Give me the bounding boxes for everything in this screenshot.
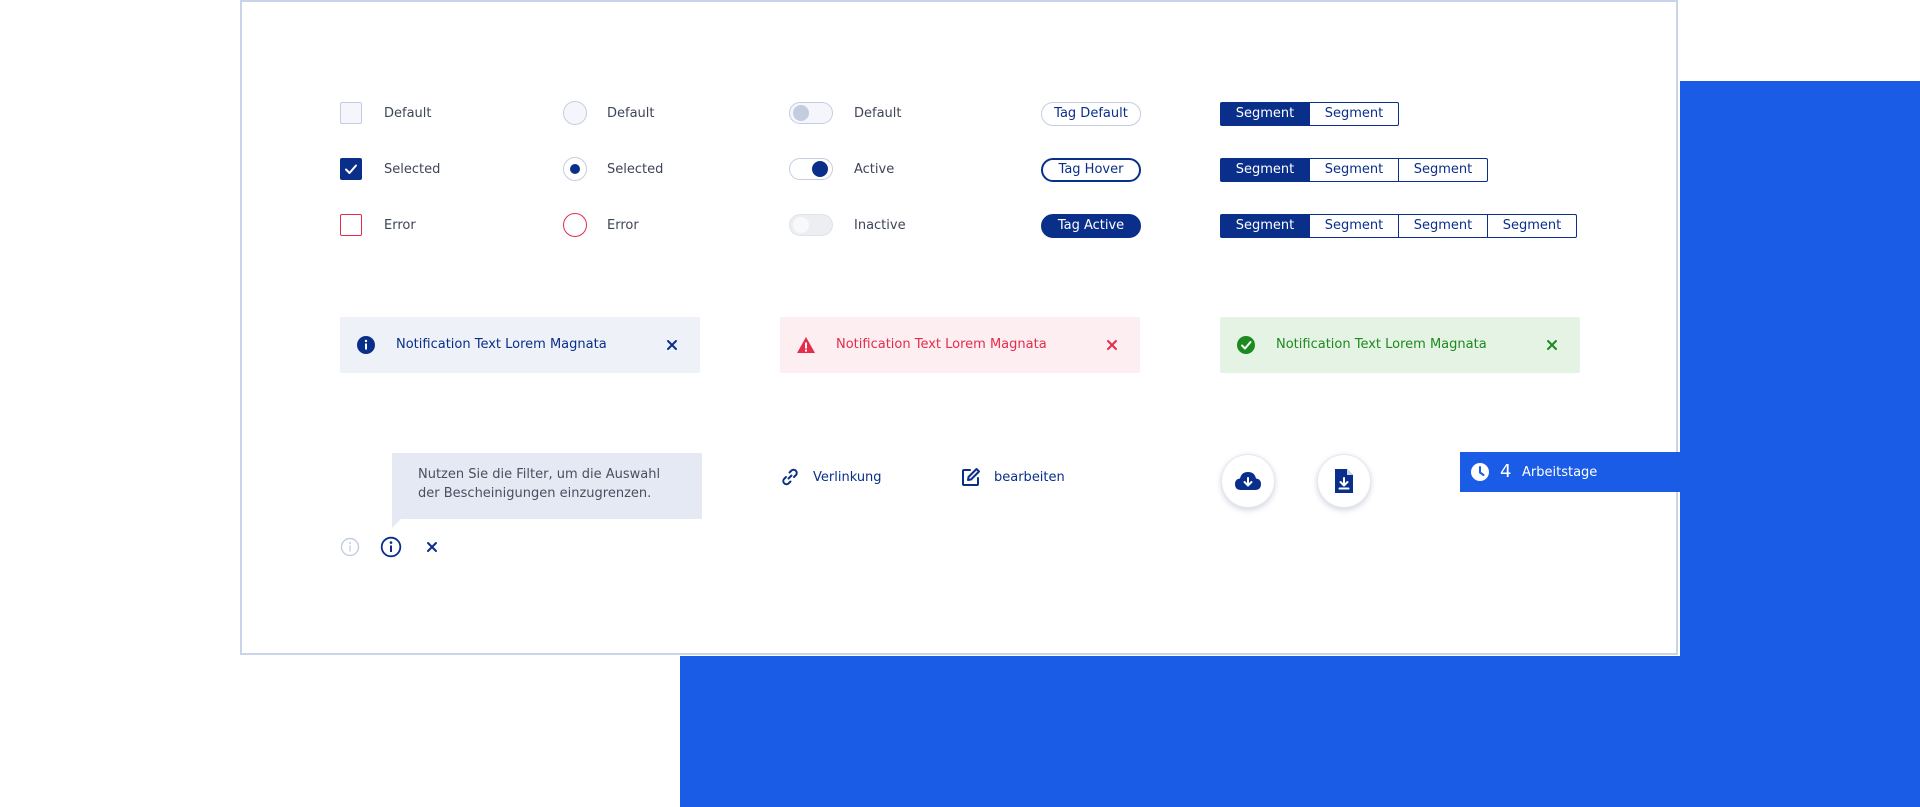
warning-icon bbox=[797, 337, 815, 353]
checkbox-selected[interactable] bbox=[340, 158, 362, 180]
clock-icon bbox=[1471, 463, 1489, 481]
edit-icon[interactable] bbox=[960, 466, 982, 488]
checkbox-default[interactable] bbox=[340, 102, 362, 124]
toggle-active[interactable] bbox=[789, 158, 833, 180]
info-icon bbox=[357, 336, 375, 354]
tag-hover[interactable]: Tag Hover bbox=[1041, 158, 1141, 182]
info-outline-icon[interactable] bbox=[380, 536, 402, 558]
tooltip: Nutzen Sie die Filter, um die Auswahl de… bbox=[392, 453, 702, 519]
segment-item[interactable]: Segment bbox=[1309, 214, 1399, 238]
file-download-icon bbox=[1335, 469, 1353, 493]
tag-default[interactable]: Tag Default bbox=[1041, 102, 1141, 126]
radio-selected-label: Selected bbox=[607, 162, 664, 177]
link-verlinkung[interactable]: Verlinkung bbox=[813, 470, 882, 486]
link-bearbeiten[interactable]: bearbeiten bbox=[994, 470, 1065, 486]
close-icon[interactable] bbox=[422, 537, 442, 557]
radio-selected[interactable] bbox=[563, 157, 587, 181]
cloud-download-button[interactable] bbox=[1221, 454, 1275, 508]
segment-item[interactable]: Segment bbox=[1309, 158, 1399, 182]
segment-item[interactable]: Segment bbox=[1309, 102, 1399, 126]
workdays-label: Arbeitstage bbox=[1522, 465, 1598, 480]
segment-item[interactable]: Segment bbox=[1220, 214, 1310, 238]
radio-error-label: Error bbox=[607, 218, 639, 233]
check-icon bbox=[345, 164, 357, 174]
toggle-inactive[interactable] bbox=[789, 214, 833, 236]
file-download-button[interactable] bbox=[1317, 454, 1371, 508]
workdays-badge: 4 Arbeitstage bbox=[1460, 452, 1680, 492]
radio-default-label: Default bbox=[607, 106, 655, 121]
close-icon[interactable] bbox=[662, 335, 682, 355]
notification-text: Notification Text Lorem Magnata bbox=[1276, 337, 1487, 352]
segment-item[interactable]: Segment bbox=[1398, 158, 1488, 182]
workdays-count: 4 bbox=[1500, 461, 1512, 482]
notification-text: Notification Text Lorem Magnata bbox=[396, 337, 607, 352]
toggle-active-label: Active bbox=[854, 162, 895, 177]
tag-active[interactable]: Tag Active bbox=[1041, 214, 1141, 238]
segmented-control-3: Segment Segment Segment bbox=[1220, 158, 1488, 182]
notification-error: Notification Text Lorem Magnata bbox=[780, 317, 1140, 373]
cloud-download-icon bbox=[1235, 472, 1261, 490]
check-circle-icon bbox=[1237, 336, 1255, 354]
notification-info: Notification Text Lorem Magnata bbox=[340, 317, 700, 373]
notification-text: Notification Text Lorem Magnata bbox=[836, 337, 1047, 352]
toggle-default[interactable] bbox=[789, 102, 833, 124]
notification-success: Notification Text Lorem Magnata bbox=[1220, 317, 1580, 373]
segment-item[interactable]: Segment bbox=[1220, 158, 1310, 182]
toggle-knob bbox=[793, 217, 809, 233]
segmented-control-2: Segment Segment bbox=[1220, 102, 1399, 126]
toggle-knob bbox=[793, 105, 809, 121]
close-icon[interactable] bbox=[1102, 335, 1122, 355]
checkbox-error[interactable] bbox=[340, 214, 362, 236]
component-showcase-card: Default Selected Error Default Selected … bbox=[240, 0, 1680, 655]
checkbox-error-label: Error bbox=[384, 218, 416, 233]
close-icon[interactable] bbox=[1542, 335, 1562, 355]
toggle-inactive-label: Inactive bbox=[854, 218, 906, 233]
link-icon[interactable] bbox=[780, 467, 800, 487]
checkbox-selected-label: Selected bbox=[384, 162, 441, 177]
segmented-control-4: Segment Segment Segment Segment bbox=[1220, 214, 1577, 238]
checkbox-default-label: Default bbox=[384, 106, 432, 121]
tooltip-tail bbox=[392, 519, 401, 528]
segment-item[interactable]: Segment bbox=[1398, 214, 1488, 238]
segment-item[interactable]: Segment bbox=[1220, 102, 1310, 126]
toggle-default-label: Default bbox=[854, 106, 902, 121]
background-blue-block-bottom bbox=[680, 656, 1920, 807]
toggle-knob bbox=[812, 161, 828, 177]
radio-error[interactable] bbox=[563, 213, 587, 237]
info-outline-icon-light[interactable] bbox=[340, 537, 360, 557]
segment-item[interactable]: Segment bbox=[1487, 214, 1577, 238]
radio-default[interactable] bbox=[563, 101, 587, 125]
